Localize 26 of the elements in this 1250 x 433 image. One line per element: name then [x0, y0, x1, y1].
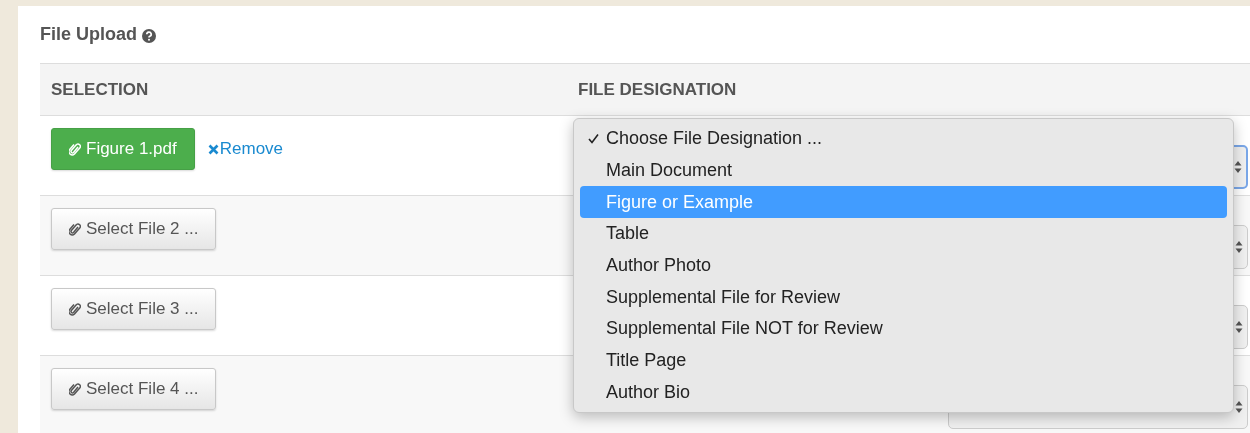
close-icon [207, 143, 219, 155]
updown-arrows-icon [1235, 239, 1243, 254]
paperclip-icon [69, 302, 81, 316]
paperclip-icon [69, 382, 81, 396]
help-icon[interactable] [142, 29, 156, 43]
menu-option[interactable]: Main Document [580, 154, 1227, 187]
select-file-button[interactable]: Select File 2 ... [51, 208, 217, 250]
updown-arrows-icon [1235, 399, 1243, 414]
paperclip-icon [69, 222, 81, 236]
menu-option[interactable]: Author Bio [580, 376, 1227, 409]
checkmark-icon [587, 133, 599, 145]
menu-option[interactable]: Supplemental File for Review [580, 281, 1227, 314]
column-header: FILE DESIGNATION [578, 79, 737, 100]
paperclip-icon [69, 142, 81, 156]
column-header: SELECTION [51, 79, 149, 100]
updown-arrows-icon [1234, 159, 1242, 174]
menu-option[interactable]: Choose File Designation ... [580, 123, 1227, 155]
select-file-button[interactable]: Select File 4 ... [51, 368, 217, 410]
section-title: File Upload [40, 24, 137, 45]
menu-option[interactable]: Author Photo [580, 249, 1227, 282]
menu-option[interactable]: Title Page [580, 344, 1227, 377]
select-file-button[interactable]: Select File 3 ... [51, 288, 217, 330]
remove-link[interactable]: Remove [207, 139, 284, 159]
updown-arrows-icon [1235, 319, 1243, 334]
menu-option[interactable]: Supplemental File NOT for Review [580, 313, 1227, 345]
menu-option[interactable]: Table [580, 218, 1227, 250]
